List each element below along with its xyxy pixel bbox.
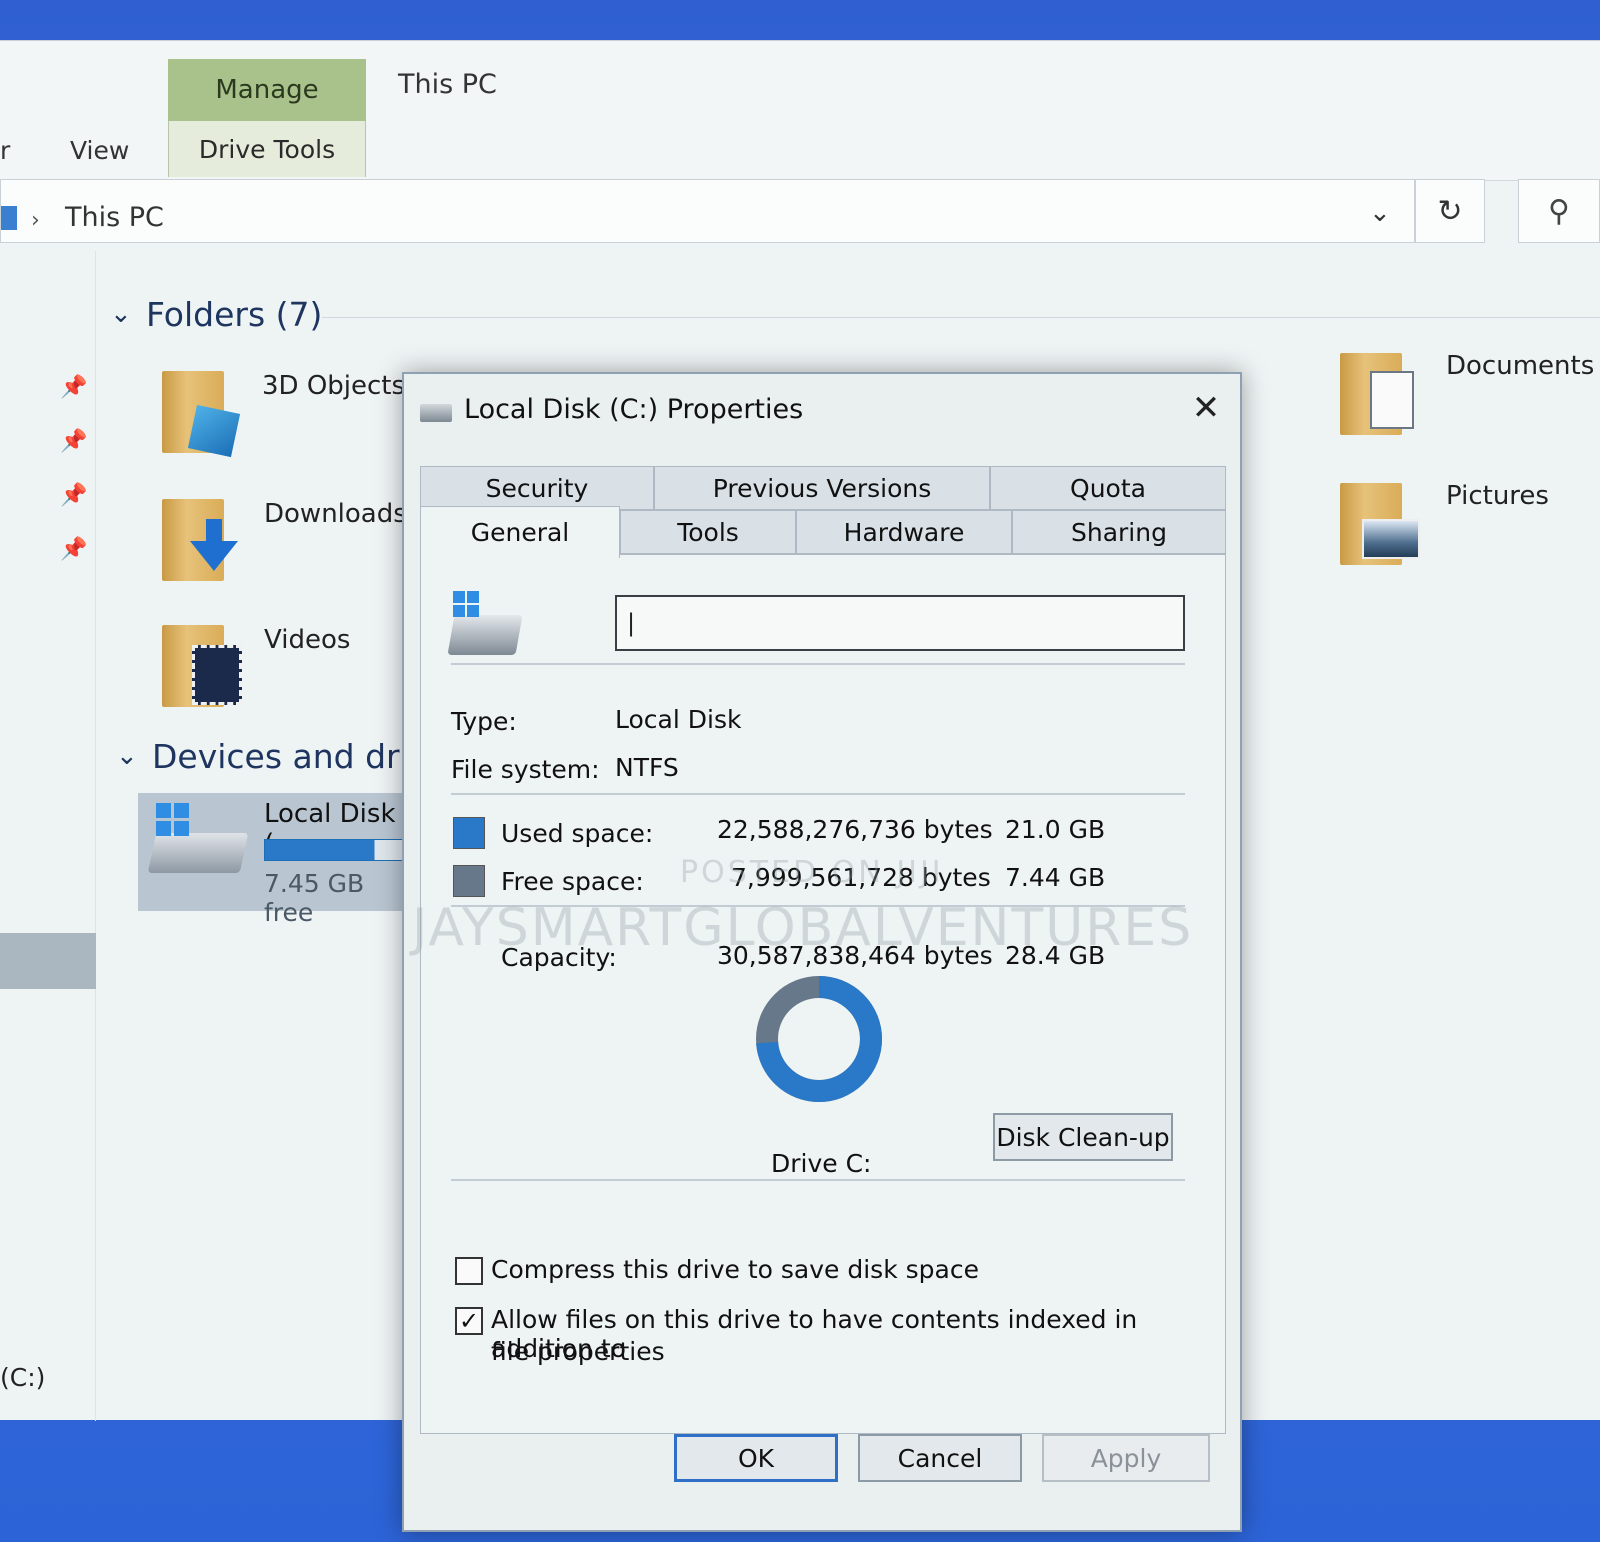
tab-quota[interactable]: Quota bbox=[990, 466, 1226, 510]
type-label: Type: bbox=[451, 707, 517, 736]
address-bar[interactable]: › This PC ⌄ bbox=[0, 179, 1415, 243]
file-system-value: NTFS bbox=[615, 753, 679, 782]
tab-sharing[interactable]: Sharing bbox=[1012, 510, 1226, 554]
nav-item-c-drive[interactable]: (C:) bbox=[0, 1363, 45, 1392]
separator bbox=[451, 1179, 1185, 1181]
ribbon: r Manage Drive Tools This PC View bbox=[0, 41, 1600, 181]
dialog-title: Local Disk (C:) Properties bbox=[464, 394, 804, 425]
download-arrow-icon bbox=[206, 519, 222, 543]
pin-icon[interactable]: 📌 bbox=[60, 429, 87, 454]
windows-logo-icon bbox=[453, 591, 481, 619]
navigation-pane: 📌 📌 📌 📌 (C:) elected bbox=[0, 251, 96, 1421]
used-space-gb: 21.0 GB bbox=[1005, 815, 1106, 844]
pin-icon[interactable]: 📌 bbox=[60, 483, 87, 508]
drive-name-label: Drive C: bbox=[771, 1149, 872, 1178]
group-divider bbox=[322, 317, 1600, 318]
ok-button[interactable]: OK bbox=[674, 1434, 838, 1482]
file-system-label: File system: bbox=[451, 755, 600, 784]
free-space-gb: 7.44 GB bbox=[1005, 863, 1106, 892]
folder-label: Pictures bbox=[1446, 481, 1549, 511]
ribbon-context-manage: Manage bbox=[168, 59, 366, 121]
used-space-swatch bbox=[453, 817, 485, 849]
folder-label: Downloads bbox=[264, 499, 407, 529]
window-title: This PC bbox=[398, 69, 497, 100]
search-icon[interactable]: ⚲ bbox=[1518, 179, 1600, 243]
chevron-down-icon[interactable]: ⌄ bbox=[110, 299, 132, 329]
general-tab-panel: Type: Local Disk File system: NTFS Used … bbox=[420, 554, 1226, 1434]
apply-button[interactable]: Apply bbox=[1042, 1434, 1210, 1482]
document-icon bbox=[1370, 371, 1414, 429]
group-header-devices[interactable]: Devices and driv bbox=[152, 737, 428, 776]
tab-security[interactable]: Security bbox=[420, 466, 654, 510]
used-space-label: Used space: bbox=[501, 819, 654, 848]
nav-selected-item[interactable] bbox=[0, 933, 96, 989]
hard-drive-icon bbox=[147, 833, 249, 873]
drive-icon bbox=[420, 404, 452, 422]
tab-view[interactable]: View bbox=[70, 136, 129, 165]
cube-icon bbox=[187, 404, 241, 458]
separator bbox=[451, 663, 1185, 665]
film-strip-icon bbox=[192, 645, 242, 705]
tab-drive-tools[interactable]: Drive Tools bbox=[168, 121, 366, 177]
windows-logo-icon bbox=[156, 803, 190, 837]
ribbon-tab-partial[interactable]: r bbox=[0, 136, 10, 165]
download-arrow-icon bbox=[190, 541, 238, 571]
tab-previous-versions[interactable]: Previous Versions bbox=[654, 466, 990, 510]
cancel-button[interactable]: Cancel bbox=[858, 1434, 1022, 1482]
drive-tile-local-disk-c[interactable]: Local Disk ( 7.45 GB free bbox=[138, 793, 414, 927]
chevron-down-icon[interactable]: ⌄ bbox=[116, 741, 138, 771]
refresh-icon[interactable]: ↻ bbox=[1415, 179, 1485, 243]
index-checkbox[interactable]: ✓ bbox=[455, 1307, 483, 1335]
pin-icon[interactable]: 📌 bbox=[60, 537, 87, 562]
drive-tile-free: 7.45 GB free bbox=[264, 869, 365, 927]
drive-usage-bar bbox=[264, 839, 414, 861]
folder-label: Documents bbox=[1446, 351, 1595, 381]
tab-hardware[interactable]: Hardware bbox=[796, 510, 1012, 554]
hard-drive-icon bbox=[447, 615, 523, 655]
tab-tools[interactable]: Tools bbox=[620, 510, 796, 554]
separator bbox=[451, 793, 1185, 795]
pin-icon[interactable]: 📌 bbox=[60, 375, 87, 400]
close-icon[interactable]: ✕ bbox=[1184, 386, 1228, 430]
tab-general[interactable]: General bbox=[420, 506, 620, 558]
this-pc-icon bbox=[1, 206, 17, 230]
type-value: Local Disk bbox=[615, 705, 742, 734]
chevron-down-icon[interactable]: ⌄ bbox=[1369, 198, 1391, 228]
breadcrumb-this-pc[interactable]: This PC bbox=[65, 202, 164, 233]
folder-label: Videos bbox=[264, 625, 351, 655]
compress-label[interactable]: Compress this drive to save disk space bbox=[491, 1255, 979, 1284]
picture-icon bbox=[1362, 519, 1420, 559]
free-space-label: Free space: bbox=[501, 867, 644, 896]
disk-cleanup-button[interactable]: Disk Clean-up bbox=[993, 1113, 1173, 1161]
disk-usage-donut bbox=[756, 976, 882, 1102]
watermark: JAYSMARTGLOBALVENTURES bbox=[412, 898, 1194, 958]
drive-label-input[interactable] bbox=[615, 595, 1185, 651]
used-space-bytes: 22,588,276,736 bytes bbox=[717, 815, 993, 844]
index-label-line2[interactable]: file properties bbox=[491, 1337, 665, 1366]
folder-label: 3D Objects bbox=[262, 371, 406, 401]
compress-checkbox[interactable] bbox=[455, 1257, 483, 1285]
group-header-folders[interactable]: Folders (7) bbox=[146, 295, 322, 334]
watermark-small: POSTED ON JIJI bbox=[680, 855, 944, 890]
breadcrumb-separator[interactable]: › bbox=[31, 208, 40, 233]
free-space-swatch bbox=[453, 865, 485, 897]
